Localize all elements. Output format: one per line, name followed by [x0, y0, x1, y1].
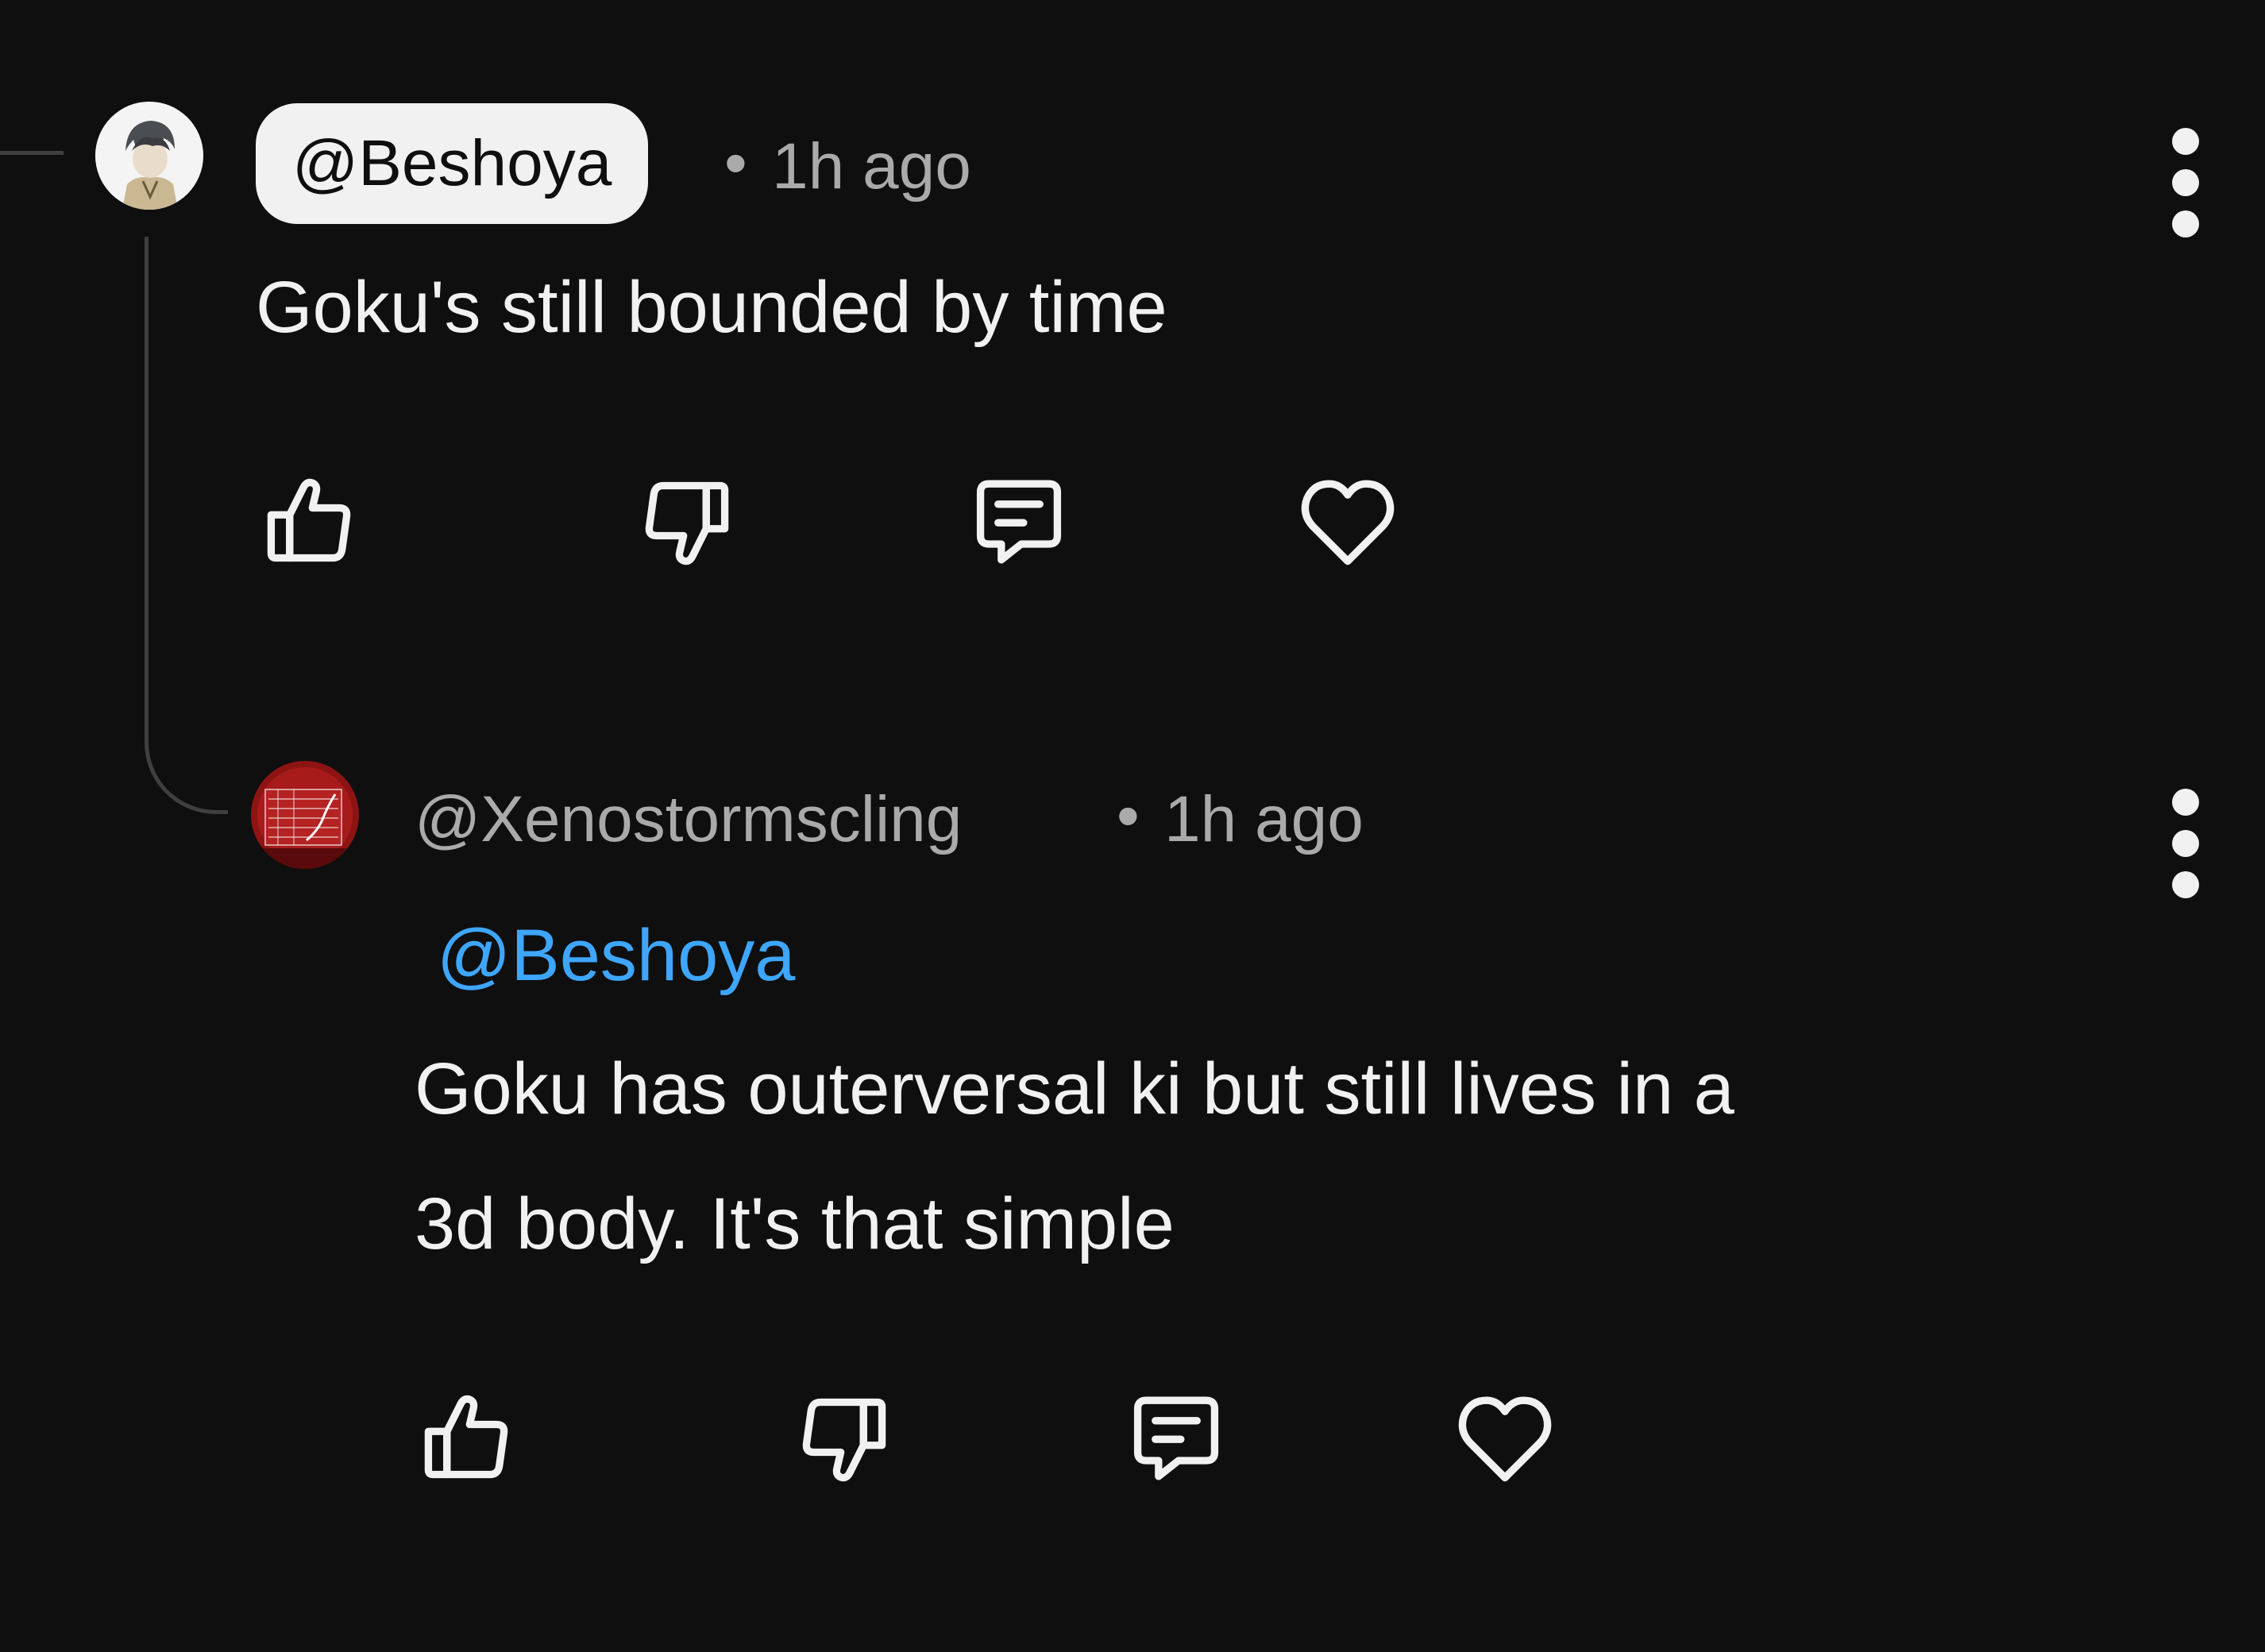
reply-button[interactable]: [1117, 1379, 1236, 1498]
comment-separator: •: [724, 127, 747, 199]
comment-timestamp[interactable]: 1h ago: [1164, 780, 1364, 859]
like-button[interactable]: [408, 1379, 527, 1498]
thread-connector-top: [0, 103, 64, 155]
more-vert-icon: [2172, 128, 2199, 155]
thumbs-up-icon: [424, 1395, 508, 1479]
comment-separator: •: [1117, 780, 1140, 852]
more-vert-dot: [2172, 210, 2199, 237]
more-vert-icon: [2172, 789, 2199, 816]
comment-timestamp[interactable]: 1h ago: [772, 127, 971, 206]
dislike-button[interactable]: [626, 462, 745, 581]
dislike-button[interactable]: [783, 1379, 902, 1498]
avatar-image-icon: [95, 102, 203, 210]
heart-icon: [1458, 1396, 1552, 1482]
more-options-button[interactable]: [2154, 780, 2217, 907]
more-options-button[interactable]: [2154, 119, 2217, 246]
heart-icon: [1301, 480, 1395, 565]
like-button[interactable]: [251, 462, 370, 581]
comment-author-handle[interactable]: @Xenostormscling: [415, 780, 962, 859]
heart-button[interactable]: [1288, 462, 1407, 581]
comment-author-handle[interactable]: @Beshoya: [256, 103, 649, 224]
heart-button[interactable]: [1445, 1379, 1565, 1498]
reply-comment-icon: [976, 480, 1062, 564]
thread-connector-vertical: [145, 237, 228, 814]
reply-button[interactable]: [959, 462, 1078, 581]
more-vert-dot: [2172, 871, 2199, 898]
reply-comment-icon: [1133, 1396, 1219, 1480]
avatar[interactable]: [251, 761, 359, 869]
more-vert-dot: [2172, 830, 2199, 857]
thumbs-down-icon: [645, 481, 729, 565]
comment-text-line-2: 3d body. It's that simple: [415, 1183, 1175, 1264]
more-vert-dot: [2172, 169, 2199, 196]
comment-text: Goku's still bounded by time: [256, 267, 1167, 348]
comment-text-line-1: Goku has outerversal ki but still lives …: [415, 1048, 1734, 1129]
avatar-image-icon: [251, 761, 359, 869]
thumbs-up-icon: [267, 478, 351, 562]
thumbs-down-icon: [802, 1398, 886, 1482]
avatar[interactable]: [95, 102, 203, 210]
reply-mention-link[interactable]: @Beshoya: [437, 912, 795, 999]
